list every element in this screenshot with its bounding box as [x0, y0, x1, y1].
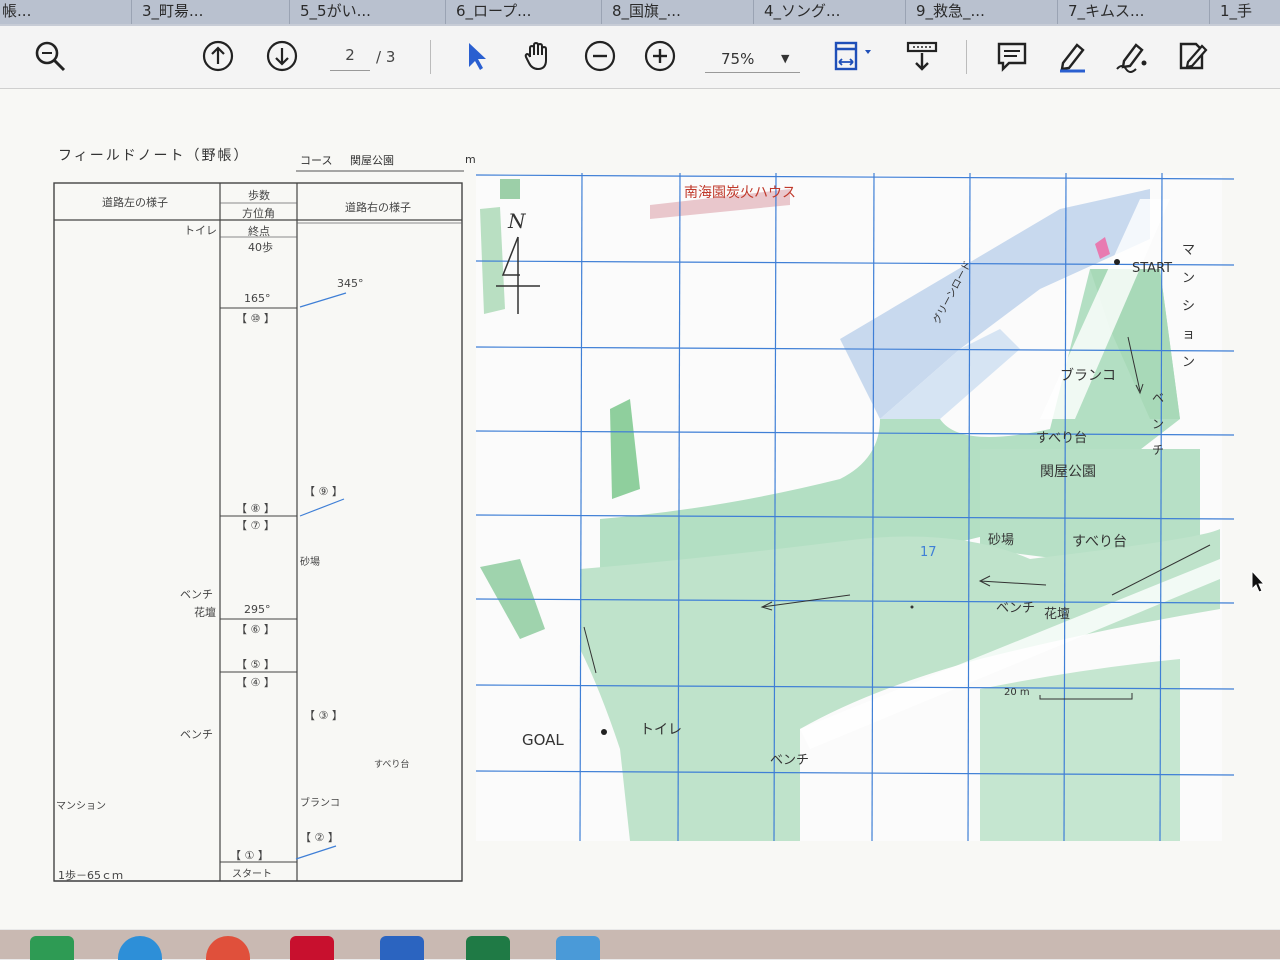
marker-10: 【 ⑩ 】: [236, 312, 275, 325]
map-bench-right-label: ベンチ: [1152, 391, 1165, 457]
angle-295: 295°: [244, 603, 271, 616]
col-steps-header: 歩数: [248, 189, 270, 202]
toilet-left: トイレ: [184, 224, 217, 237]
unit-m: m: [465, 153, 476, 166]
map-slide-1-label: すべり台: [1036, 431, 1088, 446]
map-swing-label: ブランコ: [1060, 368, 1116, 384]
map-start-label: START: [1132, 261, 1173, 276]
field-note-graphics: [0, 89, 1280, 929]
slide-right: すべり台: [374, 760, 410, 770]
tab-4[interactable]: 6_ロープ...: [446, 0, 602, 24]
tab-3[interactable]: 5_5がい...: [290, 0, 446, 24]
highlight-pen-icon[interactable]: [1052, 36, 1092, 76]
start-label: スタート: [232, 869, 272, 880]
map-toilet-label: トイレ: [640, 722, 682, 738]
map-bench-goal-label: ベンチ: [770, 753, 810, 768]
steps-40: 40歩: [248, 241, 273, 254]
previous-page-icon[interactable]: [198, 36, 238, 76]
field-note-title: フィールドノート（野帳）: [58, 148, 250, 164]
tab-1[interactable]: 2_日帳...: [0, 0, 132, 24]
map-flowerbed-label: 花壇: [1044, 607, 1071, 622]
marker-6: 【 ⑥ 】: [236, 623, 275, 636]
zoom-value: 75%: [721, 50, 755, 68]
page-number-input[interactable]: 2: [330, 46, 370, 71]
excel-app-icon[interactable]: [466, 936, 510, 960]
bench-left-2: ベンチ: [180, 728, 213, 741]
mansion-left: マンション: [56, 801, 106, 812]
tab-6[interactable]: 4_ソング...: [754, 0, 906, 24]
tab-7[interactable]: 9_救急_...: [906, 0, 1058, 24]
north-label: N: [508, 209, 526, 233]
tab-5[interactable]: 8_国旗_...: [602, 0, 754, 24]
marker-2: 【 ② 】: [300, 831, 339, 844]
map-goal-label: GOAL: [522, 731, 564, 749]
select-cursor-icon[interactable]: [456, 36, 496, 76]
map-park-label: 関屋公園: [1040, 464, 1096, 480]
tab-bar: 2_日帳... 3_町昜... 5_5がい... 6_ロープ... 8_国旗_.…: [0, 0, 1280, 26]
edit-document-icon[interactable]: [1172, 36, 1212, 76]
zoom-in-icon[interactable]: [640, 36, 680, 76]
toolbar-separator: [430, 40, 431, 74]
tab-8[interactable]: 7_キムス...: [1058, 0, 1210, 24]
draw-signature-icon[interactable]: [1112, 36, 1152, 76]
col-left-header: 道路左の様子: [102, 196, 168, 209]
page-total: / 3: [376, 48, 396, 66]
next-page-icon[interactable]: [262, 36, 302, 76]
marker-3: 【 ③ 】: [304, 709, 343, 722]
edge-browser-icon[interactable]: [118, 936, 162, 960]
explorer-app-icon[interactable]: [556, 936, 600, 960]
search-icon[interactable]: [30, 36, 70, 76]
marker-4: 【 ④ 】: [236, 676, 275, 689]
mouse-cursor-icon: [1250, 569, 1266, 598]
marker-7: 【 ⑦ 】: [236, 519, 275, 532]
marker-8: 【 ⑧ 】: [236, 502, 275, 515]
comment-icon[interactable]: [992, 36, 1032, 76]
map-building-label: 南海園炭火ハウス: [684, 185, 796, 201]
sandbox-right: 砂場: [300, 557, 320, 568]
tab-2[interactable]: 3_町昜...: [132, 0, 290, 24]
flowerbed-left: 花壇: [194, 606, 216, 619]
hand-tool-icon[interactable]: [518, 36, 558, 76]
toolbar: 2 / 3 75% ▼: [0, 26, 1280, 89]
word-app-icon[interactable]: [380, 936, 424, 960]
course-name: 関屋公園: [350, 154, 394, 167]
marker-1: 【 ① 】: [230, 849, 269, 862]
chevron-down-icon: ▼: [781, 52, 790, 65]
map-scale-label: 20 m: [1004, 687, 1030, 698]
toolbar-separator: [966, 40, 967, 74]
marker-9: 【 ⑨ 】: [304, 485, 343, 498]
document-page: フィールドノート（野帳） コース 関屋公園 m 道路左の様子 歩数 方位角 道路…: [0, 89, 1280, 929]
taskbar: [0, 930, 1280, 960]
map-sandbox-label: 砂場: [988, 533, 1015, 548]
tab-9[interactable]: 1_手: [1210, 0, 1280, 24]
map-mansion-label: マンション: [1182, 243, 1196, 370]
swing-right: ブランコ: [300, 798, 340, 809]
marker-5: 【 ⑤ 】: [236, 658, 275, 671]
map-bench-bottom-label: ベンチ: [996, 601, 1036, 616]
course-label: コース: [300, 154, 333, 167]
end-point: 終点: [248, 225, 270, 238]
step-scale: 1歩－65ｃｍ: [58, 869, 123, 882]
store-app-icon[interactable]: [30, 936, 74, 960]
chrome-browser-icon[interactable]: [206, 936, 250, 960]
angle-165: 165°: [244, 292, 271, 305]
zoom-out-icon[interactable]: [580, 36, 620, 76]
zoom-select[interactable]: 75% ▼: [705, 46, 800, 73]
map-slide-2-label: すべり台: [1072, 534, 1128, 550]
scroll-mode-icon[interactable]: [902, 36, 942, 76]
col-right-header: 道路右の様子: [345, 201, 411, 214]
acrobat-app-icon[interactable]: [290, 936, 334, 960]
map-grid-number: 17: [920, 545, 937, 560]
bench-left: ベンチ: [180, 588, 213, 601]
angle-345: 345°: [337, 277, 364, 290]
col-bearing-header: 方位角: [242, 207, 275, 220]
fit-page-icon[interactable]: [830, 36, 878, 76]
